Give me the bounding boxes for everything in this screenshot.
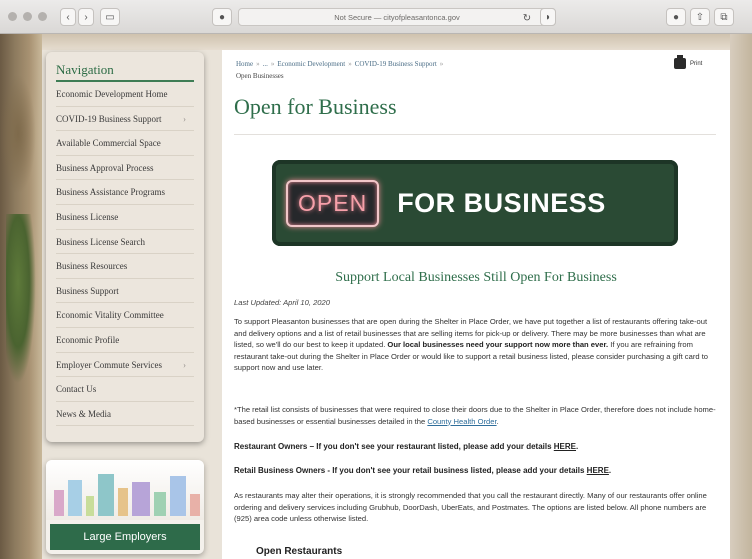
breadcrumb-separator: »: [256, 60, 260, 68]
sidebar-item[interactable]: Business Approval Process: [56, 156, 194, 181]
background-tree: [0, 74, 36, 194]
window-controls: [8, 12, 47, 21]
sidebar-item[interactable]: Economic Vitality Committee: [56, 303, 194, 328]
background-photo-top: [42, 34, 730, 50]
sidebar-item[interactable]: Business Assistance Programs: [56, 180, 194, 205]
breadcrumb-covid[interactable]: COVID-19 Business Support: [355, 60, 437, 68]
sidebar-item[interactable]: Business Resources: [56, 254, 194, 279]
minimize-window-icon[interactable]: [23, 12, 32, 21]
breadcrumb-separator: »: [439, 60, 444, 68]
chevron-right-icon: ›: [183, 359, 186, 370]
retail-owners-text: Retail Business Owners - If you don't se…: [234, 466, 587, 475]
printer-icon: [674, 55, 686, 69]
tabs-icon[interactable]: ⧉: [714, 8, 734, 26]
section-subtitle: Support Local Businesses Still Open For …: [335, 270, 617, 285]
sidebar-item-label: Contact Us: [56, 384, 97, 395]
page-title: Open for Business: [234, 94, 397, 119]
background-tree: [6, 214, 36, 384]
sidebar-item-label: Available Commercial Space: [56, 138, 161, 149]
sidebar-item-label: Business License: [56, 211, 119, 222]
sidebar-item[interactable]: Business License: [56, 205, 194, 230]
shield-icon[interactable]: ◗: [540, 8, 556, 26]
sidebar-item-label: Economic Development Home: [56, 89, 168, 99]
city-skyline-illustration: [46, 460, 204, 520]
main-content: Home»...» Economic Development» COVID-19 B…: [222, 50, 730, 559]
chevron-right-icon: ›: [183, 113, 186, 124]
sidebar-item[interactable]: Available Commercial Space: [56, 131, 194, 156]
extension-icon[interactable]: ●: [666, 8, 686, 26]
sidebar-item[interactable]: Contact Us: [56, 377, 194, 402]
last-updated: Last Updated: April 10, 2020: [234, 298, 330, 307]
open-for-business-banner: OPEN FOR BUSINESS: [272, 160, 678, 246]
intro-bold: Our local businesses need your support n…: [387, 340, 609, 349]
sidebar-item[interactable]: COVID-19 Business Support ›: [56, 107, 194, 132]
address-text: Not Secure — cityofpleasantonca.gov: [334, 12, 460, 22]
print-label: Print: [690, 60, 703, 67]
restaurant-owners-here-link[interactable]: HERE: [554, 442, 576, 451]
breadcrumb-separator: »: [270, 60, 275, 68]
sidebar-item-label: Business Approval Process: [56, 162, 154, 173]
sidebar-navigation: Navigation Economic Development Home COVI…: [46, 52, 204, 442]
address-bar[interactable]: Not Secure — cityofpleasantonca.gov: [238, 8, 556, 26]
sidebar-item-label: Economic Profile: [56, 334, 120, 345]
retail-note-end: .: [496, 416, 499, 426]
reload-icon[interactable]: ↻: [520, 9, 534, 27]
intro-paragraph: To support Pleasanton businesses that ar…: [234, 316, 718, 374]
forward-icon[interactable]: ›: [78, 8, 94, 26]
share-icon[interactable]: ⇧: [690, 8, 710, 26]
breadcrumb-current: Open Businesses: [236, 72, 284, 80]
sidebar-list: Economic Development Home COVID-19 Busine…: [56, 82, 194, 427]
sidebar-item-label: News & Media: [56, 408, 111, 419]
open-neon-sign: OPEN: [286, 179, 380, 227]
breadcrumb: Home»...» Economic Development» COVID-19 B…: [236, 58, 526, 82]
open-restaurants-heading: Open Restaurants: [256, 546, 343, 557]
restaurant-owners-end: .: [576, 442, 579, 451]
sidebar-item[interactable]: Economic Profile: [56, 328, 194, 353]
sidebar-item-label: Economic Vitality Committee: [56, 310, 164, 321]
large-employers-promo[interactable]: Large Employers: [46, 460, 204, 554]
breadcrumb-home[interactable]: Home: [236, 60, 253, 68]
sidebar-item-label: COVID-19 Business Support: [56, 113, 162, 124]
banner-text: FOR BUSINESS: [397, 187, 606, 218]
retail-owners-line: Retail Business Owners - If you don't se…: [234, 466, 718, 475]
sidebar-item-label: Employer Commute Services: [56, 359, 162, 370]
retail-owners-end: .: [608, 466, 612, 475]
print-button[interactable]: Print: [674, 55, 703, 69]
privacy-icon[interactable]: ●: [212, 8, 232, 26]
county-health-order-link[interactable]: County Health Order: [427, 417, 496, 426]
sidebar-item-label: Business Assistance Programs: [56, 187, 165, 198]
background-photo-right: [730, 34, 752, 559]
large-employers-button[interactable]: Large Employers: [50, 524, 200, 550]
sidebar-item[interactable]: Business License Search: [56, 230, 194, 255]
breadcrumb-economic-development[interactable]: Economic Development: [277, 60, 345, 68]
close-window-icon[interactable]: [8, 12, 17, 21]
sidebar-item[interactable]: News & Media: [56, 402, 194, 427]
background-photo-left: [0, 34, 42, 559]
ordering-note: As restaurants may alter their operation…: [234, 491, 707, 523]
breadcrumb-separator: »: [348, 60, 352, 68]
sidebar-item[interactable]: Business Support: [56, 279, 194, 304]
zoom-window-icon[interactable]: [38, 12, 47, 21]
browser-toolbar: ‹ › ▭ ● Not Secure — cityofpleasantonca.…: [0, 0, 752, 34]
sidebar-item-label: Business Resources: [56, 261, 128, 272]
restaurant-owners-text: Restaurant Owners – If you don't see you…: [234, 442, 554, 451]
sidebar-item[interactable]: Employer Commute Services ›: [56, 353, 194, 378]
restaurant-owners-line: Restaurant Owners – If you don't see you…: [234, 442, 718, 451]
sidebar-item-label: Business Support: [56, 285, 119, 296]
title-divider: [234, 134, 716, 135]
sidebar-title: Navigation: [56, 58, 194, 82]
sidebar-item-label: Business License Search: [56, 236, 145, 247]
retail-note: *The retail list consists of businesses …: [234, 404, 718, 427]
sidebar-toggle-icon[interactable]: ▭: [100, 8, 120, 26]
back-icon[interactable]: ‹: [60, 8, 76, 26]
retail-owners-here-link[interactable]: HERE: [587, 466, 609, 475]
sidebar-item[interactable]: Economic Development Home: [56, 82, 194, 107]
